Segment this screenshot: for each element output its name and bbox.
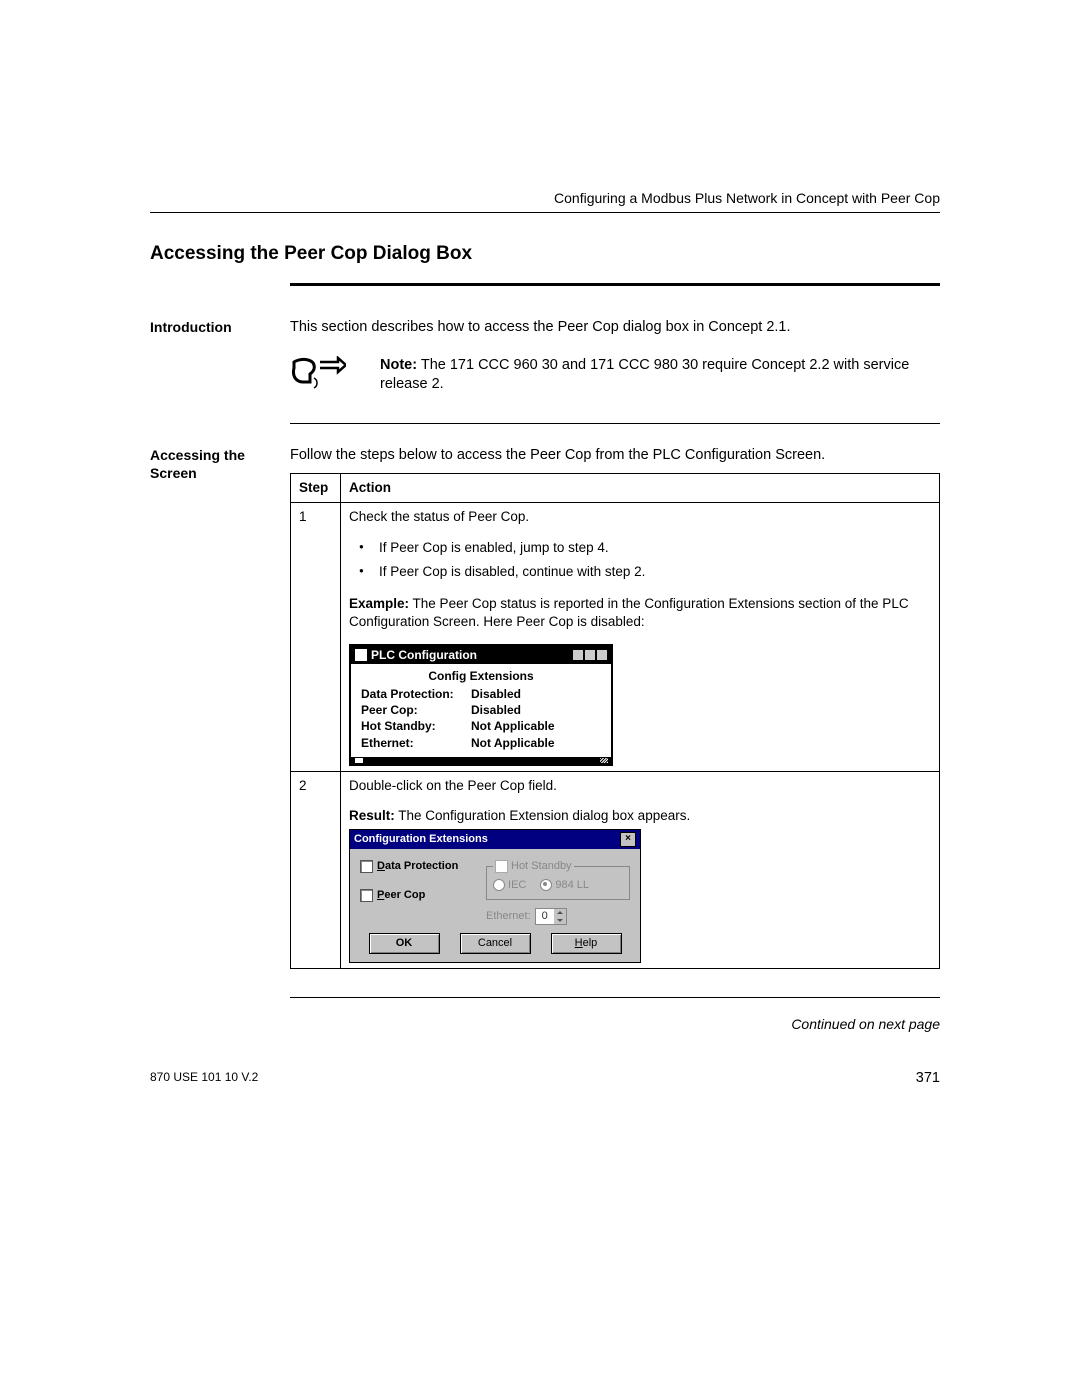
example-text: The Peer Cop status is reported in the C… [349, 596, 909, 629]
plc-row: Peer Cop: Disabled [361, 702, 601, 718]
note-label: Note: [380, 357, 417, 373]
result-label: Result: [349, 808, 395, 823]
plc-key: Data Protection: [361, 686, 471, 702]
continued-text: Continued on next page [150, 1016, 940, 1032]
step2-result: Result: The Configuration Extension dial… [349, 807, 931, 825]
checkbox-data-protection[interactable]: Data Protection [360, 859, 470, 874]
col-action: Action [341, 474, 940, 503]
plc-val: Disabled [471, 686, 521, 702]
plc-footer-bar [351, 757, 611, 764]
plc-row: Hot Standby: Not Applicable [361, 718, 601, 734]
plc-titlebar: PLC Configuration [351, 646, 611, 664]
step1-example: Example: The Peer Cop status is reported… [349, 595, 931, 631]
note-icon [290, 356, 350, 390]
help-button[interactable]: Help [551, 933, 622, 954]
plc-key: Ethernet: [361, 735, 471, 751]
table-row: 1 Check the status of Peer Cop. If Peer … [291, 503, 940, 771]
step1-num: 1 [291, 503, 341, 771]
sidehead-introduction: Introduction [150, 318, 270, 395]
radio-label: 984 LL [555, 878, 589, 893]
title-underline [290, 283, 940, 286]
footer-doc: 870 USE 101 10 V.2 [150, 1070, 258, 1086]
page-title: Accessing the Peer Cop Dialog Box [150, 243, 940, 265]
hot-standby-label: Hot Standby [511, 859, 572, 874]
step2-line1: Double-click on the Peer Cop field. [349, 777, 931, 795]
steps-table: Step Action 1 Check the status of Peer C… [290, 473, 940, 968]
ok-button[interactable]: OK [369, 933, 440, 954]
plc-row: Ethernet: Not Applicable [361, 735, 601, 751]
radio-iec[interactable]: IEC [493, 878, 526, 893]
plc-title-text: PLC Configuration [371, 647, 477, 663]
ethernet-row: Ethernet: 0 [486, 908, 630, 925]
result-text: The Configuration Extension dialog box a… [398, 808, 690, 823]
checkbox-icon [360, 860, 373, 873]
plc-val: Disabled [471, 702, 521, 718]
checkbox-label: Data Protection [377, 859, 458, 874]
table-row: 2 Double-click on the Peer Cop field. Re… [291, 771, 940, 968]
plc-val: Not Applicable [471, 718, 555, 734]
radio-984ll[interactable]: 984 LL [540, 878, 589, 893]
plc-subtitle: Config Extensions [361, 668, 601, 684]
spinner-buttons[interactable] [554, 909, 566, 924]
sidehead-accessing: Accessing the Screen [150, 446, 270, 969]
note-text-block: Note: The 171 CCC 960 30 and 171 CCC 980… [380, 356, 940, 395]
radio-label: IEC [508, 878, 526, 893]
header-chapter: Configuring a Modbus Plus Network in Con… [150, 190, 940, 206]
checkbox-icon [360, 889, 373, 902]
config-extensions-dialog: Configuration Extensions × Data Prot [349, 829, 641, 962]
checkbox-peer-cop[interactable]: Peer Cop [360, 888, 470, 903]
intro-text: This section describes how to access the… [290, 318, 940, 338]
step2-num: 2 [291, 771, 341, 968]
step1-bullet1: If Peer Cop is enabled, jump to step 4. [349, 539, 931, 557]
plc-row: Data Protection: Disabled [361, 686, 601, 702]
header-rule [150, 212, 940, 213]
window-icon [355, 649, 367, 661]
window-controls [573, 650, 607, 660]
plc-key: Peer Cop: [361, 702, 471, 718]
access-lead: Follow the steps below to access the Pee… [290, 446, 940, 466]
cancel-button[interactable]: Cancel [460, 933, 531, 954]
ethernet-value: 0 [536, 909, 554, 924]
footer-page: 371 [916, 1070, 940, 1086]
checkbox-label: Peer Cop [377, 888, 425, 903]
plc-val: Not Applicable [471, 735, 555, 751]
radio-icon [540, 879, 552, 891]
ethernet-spinner[interactable]: 0 [535, 908, 567, 925]
divider-2 [290, 997, 940, 998]
note-body: The 171 CCC 960 30 and 171 CCC 980 30 re… [380, 357, 909, 393]
hot-standby-group: Hot Standby IEC [486, 859, 630, 900]
checkbox-icon [495, 860, 508, 873]
dialog-titlebar[interactable]: Configuration Extensions × [350, 830, 640, 849]
step1-line1: Check the status of Peer Cop. [349, 508, 931, 526]
step1-bullet2: If Peer Cop is disabled, continue with s… [349, 563, 931, 581]
radio-icon [493, 879, 505, 891]
close-icon[interactable]: × [620, 832, 636, 847]
dialog-title-text: Configuration Extensions [354, 832, 488, 847]
example-label: Example: [349, 596, 409, 611]
plc-key: Hot Standby: [361, 718, 471, 734]
plc-config-window: PLC Configuration Config Extensions Data… [349, 644, 613, 766]
col-step: Step [291, 474, 341, 503]
ethernet-label: Ethernet: [486, 909, 531, 924]
hot-standby-legend[interactable]: Hot Standby [493, 859, 574, 874]
